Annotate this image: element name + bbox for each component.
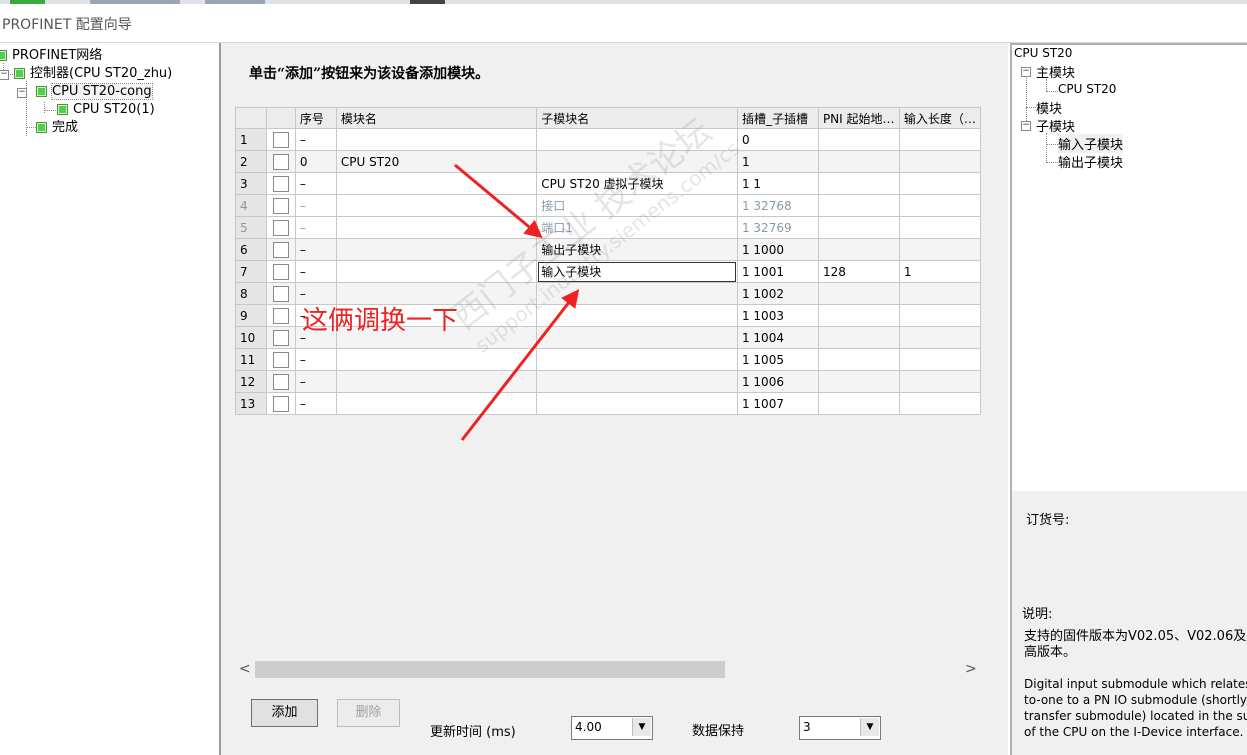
annotation-text: 这俩调换一下 bbox=[302, 306, 459, 336]
arrow-to-input-row bbox=[460, 289, 580, 441]
arrow-to-port-row bbox=[454, 163, 543, 239]
annotation-arrows bbox=[454, 163, 580, 441]
